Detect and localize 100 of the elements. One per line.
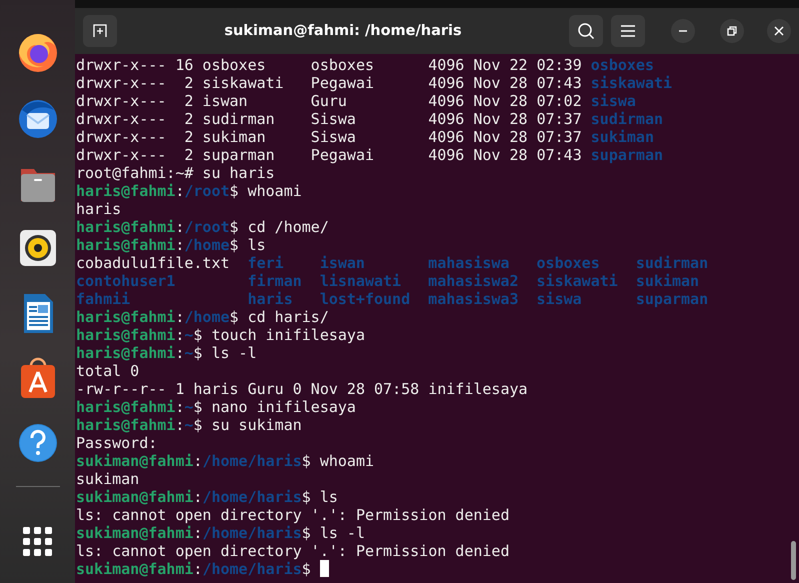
close-button[interactable]	[767, 19, 791, 43]
terminal-text: :	[175, 308, 184, 326]
directory-name: siswa	[536, 290, 583, 308]
terminal-text: $ ls	[230, 236, 266, 254]
prompt-user: sukiman@fahmi	[76, 524, 194, 542]
prompt-user: haris@fahmi	[76, 218, 176, 236]
prompt-user: haris@fahmi	[76, 398, 176, 416]
prompt-path: /home/haris	[202, 452, 302, 470]
app-grid-icon[interactable]	[23, 527, 52, 556]
terminal-text: sukiman	[76, 470, 140, 488]
terminal-text: :	[193, 560, 202, 578]
prompt-user: haris@fahmi	[76, 236, 176, 254]
menu-button[interactable]	[611, 15, 645, 47]
terminal-text: :	[175, 416, 184, 434]
terminal-text: $	[302, 560, 311, 578]
prompt-path: ~	[184, 344, 194, 362]
prompt-path: /root	[184, 218, 230, 236]
directory-name: osboxes	[590, 56, 654, 74]
directory-name: siskawati	[536, 272, 618, 290]
directory-name: feri	[248, 254, 285, 272]
terminal-text: drwxr-x--- 2 siskawati Pegawai 4096 Nov 28 07:43	[76, 74, 583, 92]
terminal-text: root@fahmi:~# su haris	[76, 164, 275, 182]
new-tab-icon	[92, 23, 108, 39]
terminal-text: drwxr-x--- 2 suparman Pegawai 4096 Nov 28 07:43	[76, 146, 583, 164]
restore-icon	[727, 26, 737, 36]
directory-name: sudirman	[590, 110, 664, 128]
directory-name: mahasiswa2	[428, 272, 518, 290]
search-icon	[577, 22, 595, 40]
terminal-text: $ touch inifilesaya	[193, 326, 365, 344]
prompt-user: sukiman@fahmi	[76, 488, 194, 506]
terminal-text: drwxr-x--- 2 sukiman Siswa 4096 Nov 28 07:37	[76, 128, 583, 146]
prompt-path: ~	[184, 326, 194, 344]
terminal-text: total 0	[76, 362, 140, 380]
terminal-text: Password:	[76, 434, 158, 452]
terminal-text: :	[193, 452, 202, 470]
prompt-user: sukiman@fahmi	[76, 452, 194, 470]
maximize-button[interactable]	[720, 19, 744, 43]
menu-icon	[620, 24, 636, 38]
terminal-text: $ whoami	[302, 452, 374, 470]
directory-name: siswa	[590, 92, 636, 110]
prompt-path: /home/haris	[202, 524, 302, 542]
directory-name: lost+found	[320, 290, 410, 308]
prompt-path: /home	[184, 308, 230, 326]
directory-name: lisnawati	[320, 272, 402, 290]
prompt-user: haris@fahmi	[76, 326, 176, 344]
prompt-user: haris@fahmi	[76, 308, 176, 326]
terminal-text: $ ls -l	[302, 524, 365, 542]
directory-name: mahasiswa	[428, 254, 510, 272]
prompt-path: /home	[184, 236, 230, 254]
directory-name: suparman	[590, 146, 664, 164]
directory-name: sudirman	[636, 254, 708, 272]
terminal-text: drwxr-x--- 16 osboxes osboxes 4096 Nov 22 02:39	[76, 56, 583, 74]
terminal-text: $ ls	[302, 488, 338, 506]
terminal-text: $ cd haris/	[230, 308, 329, 326]
directory-name: firman	[248, 272, 302, 290]
terminal-text: $ nano inifilesaya	[193, 398, 356, 416]
minimize-icon	[678, 30, 688, 32]
directory-name: sukiman	[636, 272, 700, 290]
terminal-text: $ su sukiman	[193, 416, 302, 434]
directory-name: contohuser1	[76, 272, 176, 290]
directory-name: suparman	[636, 290, 708, 308]
prompt-path: ~	[184, 398, 194, 416]
terminal-text: drwxr-x--- 2 iswan Guru 4096 Nov 28 07:02	[76, 92, 583, 110]
prompt-path: /home/haris	[202, 488, 302, 506]
prompt-path: /home/haris	[202, 560, 302, 578]
scrollbar[interactable]	[791, 541, 796, 580]
prompt-user: haris@fahmi	[76, 344, 176, 362]
directory-name: fahmii	[76, 290, 132, 308]
directory-name: haris	[248, 290, 294, 308]
search-button[interactable]	[569, 15, 603, 47]
prompt-user: sukiman@fahmi	[76, 560, 194, 578]
terminal-text: :	[193, 488, 202, 506]
terminal-text: drwxr-x--- 2 sudirman Siswa 4096 Nov 28 07:37	[76, 110, 583, 128]
terminal-text: :	[175, 236, 184, 254]
terminal-text: $ whoami	[230, 182, 302, 200]
directory-name: osboxes	[536, 254, 601, 272]
prompt-path: /root	[184, 182, 230, 200]
terminal-text: :	[175, 182, 184, 200]
terminal-text: :	[175, 326, 184, 344]
close-icon	[774, 26, 784, 36]
terminal-text: $ ls -l	[193, 344, 257, 362]
directory-name: iswan	[320, 254, 366, 272]
terminal-text: -rw-r--r-- 1 haris Guru 0 Nov 28 07:58 inifilesaya	[76, 380, 528, 398]
directory-name: mahasiswa3	[428, 290, 518, 308]
terminal-text: ls: cannot open directory '.': Permission denied	[76, 542, 510, 560]
window-title: sukiman@fahmi: /home/haris	[224, 23, 462, 39]
directory-name: sukiman	[590, 128, 654, 146]
minimize-button[interactable]	[671, 19, 695, 43]
prompt-path: ~	[184, 416, 194, 434]
terminal-text: $ cd /home/	[230, 218, 329, 236]
terminal-text: :	[193, 524, 202, 542]
terminal-text: ls: cannot open directory '.': Permission denied	[76, 506, 510, 524]
terminal-text: :	[175, 218, 184, 236]
file-name: cobadulu1file.txt	[76, 254, 230, 272]
terminal-text: :	[175, 344, 184, 362]
terminal-text: :	[175, 398, 184, 416]
terminal-text: haris	[76, 200, 122, 218]
directory-name: siskawati	[590, 74, 672, 92]
new-tab-button[interactable]	[83, 15, 117, 47]
prompt-user: haris@fahmi	[76, 416, 176, 434]
